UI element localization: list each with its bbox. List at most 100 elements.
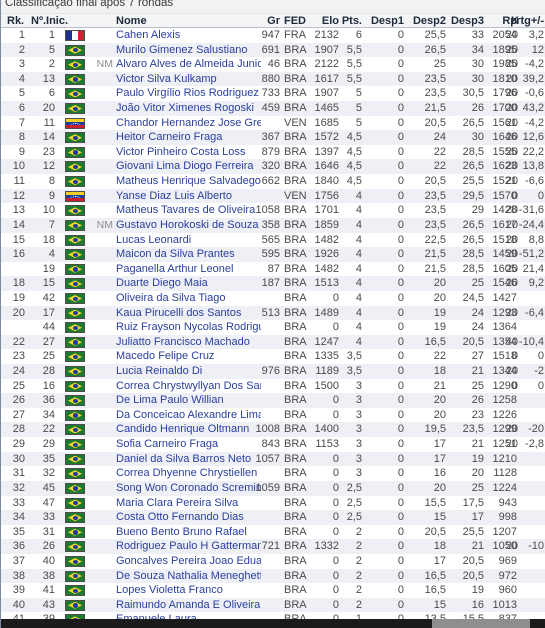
table-row[interactable]: 19 Paganella Arthur Leonel 87 BRA 1482 4 0 21,5… <box>1 261 545 277</box>
table-row[interactable]: 2 5 Murilo Gimenez Salustiano 691 BRA 1907 5,5… <box>1 42 545 58</box>
cell-desp3: 23,5 <box>462 423 484 436</box>
column-header-elo[interactable]: Elo <box>307 15 339 27</box>
cell-desp1: 0 <box>397 175 404 188</box>
cell-start-number: 45 <box>42 481 55 494</box>
cell-desp1: 0 <box>397 218 404 231</box>
cell-start-number: 27 <box>42 335 55 348</box>
table-row[interactable]: 1 1 Cahen Alexis 947 FRA 2132 6 0 25,5 33 2054 20 3,… <box>1 28 545 43</box>
cell-desp1: 0 <box>397 438 404 451</box>
table-row[interactable]: 3 2 NM Alvaro Alves de Almeida Junior 46 BRA 2… <box>1 57 545 72</box>
cell-desp1: 0 <box>397 233 404 246</box>
cell-player-name: Raimundo Amanda E Oliveira <box>116 598 261 611</box>
cell-start-number: 1 <box>48 29 55 41</box>
table-row[interactable]: 33 47 Maria Clara Pereira Silva BRA 0 2,5 0 15,… <box>1 495 545 511</box>
cell-desp3: 20,5 <box>462 569 484 582</box>
cell-desp3: 21 <box>471 365 484 378</box>
table-row[interactable]: 14 7 NM Gustavo Horokoski de Souza 358 BRA 185… <box>1 217 545 233</box>
cell-rating-change: 13,8 <box>522 160 544 173</box>
table-row[interactable]: 3132Correa Dhyenne Chrystiellen DosBRA03… <box>1 466 545 481</box>
table-row[interactable]: 34 33 Costa Otto Fernando Dias BRA 0 2,5 0 15 17… <box>1 510 545 525</box>
cell-rating-change: 39,2 <box>522 72 544 85</box>
cell-points: 2,5 <box>346 511 362 524</box>
table-row[interactable]: 28 22 Candido Henrique Oltmann 1008 BRA 1400 3… <box>1 422 545 438</box>
cell-elo: 1926 <box>314 248 339 261</box>
table-row[interactable]: 40 43 Raimundo Amanda E Oliveira BRA 0 2 0 15 16… <box>1 597 545 613</box>
cell-points: 4 <box>355 248 362 261</box>
table-row[interactable]: 38 38 De Souza Nathalia Meneghette BRA 0 2 0 16… <box>1 568 545 584</box>
table-row[interactable]: 24 28 Lucia Reinaldo Di 976 BRA 1189 3,5 0 18 21 1… <box>1 364 545 379</box>
cell-gr: 733 <box>261 87 280 100</box>
column-header-rtg[interactable]: rtg+/- <box>510 15 544 27</box>
table-row[interactable]: 11 8 Matheus Henrique Salvadego 662 BRA 1840 4… <box>1 174 545 189</box>
table-row[interactable]: 12 9 Yanse Diaz Luis Alberto VEN 1756 4 0 23,5 2… <box>1 188 545 204</box>
cell-start-number: 47 <box>42 496 55 509</box>
table-row[interactable]: 10 12 Giovani Lima Diogo Ferreira 320 BRA 164… <box>1 159 545 175</box>
table-row[interactable]: 15 18 Lucas Leonardi 565 BRA 1482 4 0 22,5 26,5 15… <box>1 232 545 248</box>
table-row[interactable]: 6 20 João Vitor Ximenes Rogoski 459 BRA 1465 5… <box>1 101 545 116</box>
table-row[interactable]: 20 17 Kaua Pirucelli dos Santos 513 BRA 1489 4… <box>1 305 545 321</box>
cell-rank: 33 <box>12 496 25 509</box>
cell-desp3: 26,5 <box>462 160 484 173</box>
cell-player-name: Duarte Diego Maia <box>116 277 208 290</box>
cell-desp1: 0 <box>397 554 404 567</box>
table-row[interactable]: 22 27 Juliatto Francisco Machado BRA 1247 4 0 1… <box>1 334 545 350</box>
column-header-no[interactable]: Nº.Inic. <box>31 15 68 27</box>
cell-elo: 1153 <box>315 438 339 451</box>
cell-desp3: 33 <box>471 29 484 41</box>
column-header-name[interactable]: Nome <box>116 15 256 27</box>
flag-icon-brazil <box>65 234 85 246</box>
cell-desp1: 0 <box>397 394 404 407</box>
cell-rank: 9 <box>18 145 25 158</box>
table-row[interactable]: 2516Correa Chrystwyllyan Dos SantosBRA15… <box>1 378 545 394</box>
table-row[interactable]: 19 42 Oliveira da Silva Tiago BRA 0 4 0 20 24,5 1… <box>1 290 545 306</box>
table-row[interactable]: 27 34 Da Conceicao Alexandre Lima BRA 0 3 0 20 2… <box>1 407 545 423</box>
column-header-desp1[interactable]: Desp1 <box>361 15 404 27</box>
scrollbar-thumb[interactable] <box>431 619 530 628</box>
table-row[interactable]: 35 31 Bueno Bento Bruno Rafael BRA 0 2 0 20,5 25… <box>1 524 545 540</box>
column-header-gr[interactable]: Gr <box>250 15 280 27</box>
table-row[interactable]: 18 15 Duarte Diego Maia 187 BRA 1513 4 0 20 25 154… <box>1 276 545 291</box>
cell-desp2: 18 <box>433 540 446 553</box>
table-row[interactable]: 5 6 Paulo Virgílio Rios Rodriguez 733 BRA 190… <box>1 86 545 102</box>
standings-table-body[interactable]: 1 1 Cahen Alexis 947 FRA 2132 6 0 25,5 33 2054 20 3,… <box>1 28 545 620</box>
cell-desp2: 18 <box>433 365 446 378</box>
cell-desp1: 0 <box>397 277 404 290</box>
table-row[interactable]: 13 10 Matheus Tavares de Oliveira 1058 BRA 17… <box>1 203 545 218</box>
flag-icon-brazil <box>65 44 85 56</box>
table-row[interactable]: 16 4 Maicon da Silva Prantes 595 BRA 1926 4 0 21… <box>1 247 545 262</box>
horizontal-scrollbar[interactable] <box>1 619 545 628</box>
table-row[interactable]: 39 41 Lopes Violetta Franco BRA 0 2 0 16,5 19 960 <box>1 583 545 598</box>
flag-icon-brazil <box>65 88 85 100</box>
table-row[interactable]: 44 Ruiz Frayson Nycolas Rodrigues BRA 0 4 0 19… <box>1 320 545 335</box>
cell-desp2: 15 <box>433 511 446 524</box>
cell-player-name: Maria Clara Pereira Silva <box>116 496 239 509</box>
table-row[interactable]: 30 35 Daniel da Silva Barros Neto 1057 BRA 0 3… <box>1 451 545 467</box>
cell-player-name: Heitor Carneiro Fraga <box>116 131 223 144</box>
table-row[interactable]: 8 14 Heitor Carneiro Fraga 367 BRA 1572 4,5 0 24… <box>1 130 545 145</box>
table-row[interactable]: 9 23 Victor Pinheiro Costa Loss 879 BRA 1397 4… <box>1 144 545 160</box>
flag-icon-brazil <box>65 278 85 290</box>
flag-icon-brazil <box>65 570 85 582</box>
table-row[interactable]: 4 13 Victor Silva Kulkamp 880 BRA 1617 5,5 0 23,… <box>1 71 545 87</box>
table-row[interactable]: 23 25 Macedo Felipe Cruz BRA 1335 3,5 0 22 27 151… <box>1 349 545 365</box>
cell-rank: 8 <box>18 131 25 144</box>
cell-player-name: Chandor Hernandez Jose Gregorio <box>116 116 261 129</box>
column-header-desp3[interactable]: Desp3 <box>446 15 484 27</box>
table-row[interactable]: 32 45 Song Won Coronado Scremin 1059 BRA 0 2,5… <box>1 480 545 496</box>
column-header-desp2[interactable]: Desp2 <box>404 15 446 27</box>
cell-rating-change: -6,4 <box>525 306 544 319</box>
cell-start-number: 17 <box>42 306 55 319</box>
cell-elo: 0 <box>332 584 339 597</box>
cell-player-name: De Souza Nathalia Meneghette <box>116 569 261 582</box>
cell-desp1: 0 <box>397 58 404 71</box>
table-row[interactable]: 29 29 Sofia Carneiro Fraga 843 BRA 1153 3 0 17 21… <box>1 437 545 452</box>
cell-start-number: 5 <box>48 43 55 56</box>
flag-icon-brazil <box>65 453 85 465</box>
cell-desp1: 0 <box>397 525 404 538</box>
table-row[interactable]: 26 36 De Lima Paulo Willian BRA 0 3 0 20 26 1258 <box>1 393 545 408</box>
column-header-pts[interactable]: Pts. <box>340 15 362 27</box>
cell-player-name: Giovani Lima Diogo Ferreira <box>116 160 254 173</box>
table-row[interactable]: 3626Rodriguez Paulo H Gatterman Rios721B… <box>1 539 545 554</box>
table-row[interactable]: 3740Goncalves Pereira Joao EduardoBRA020… <box>1 553 545 569</box>
table-row[interactable]: 711Chandor Hernandez Jose GregorioVEN168… <box>1 115 545 131</box>
